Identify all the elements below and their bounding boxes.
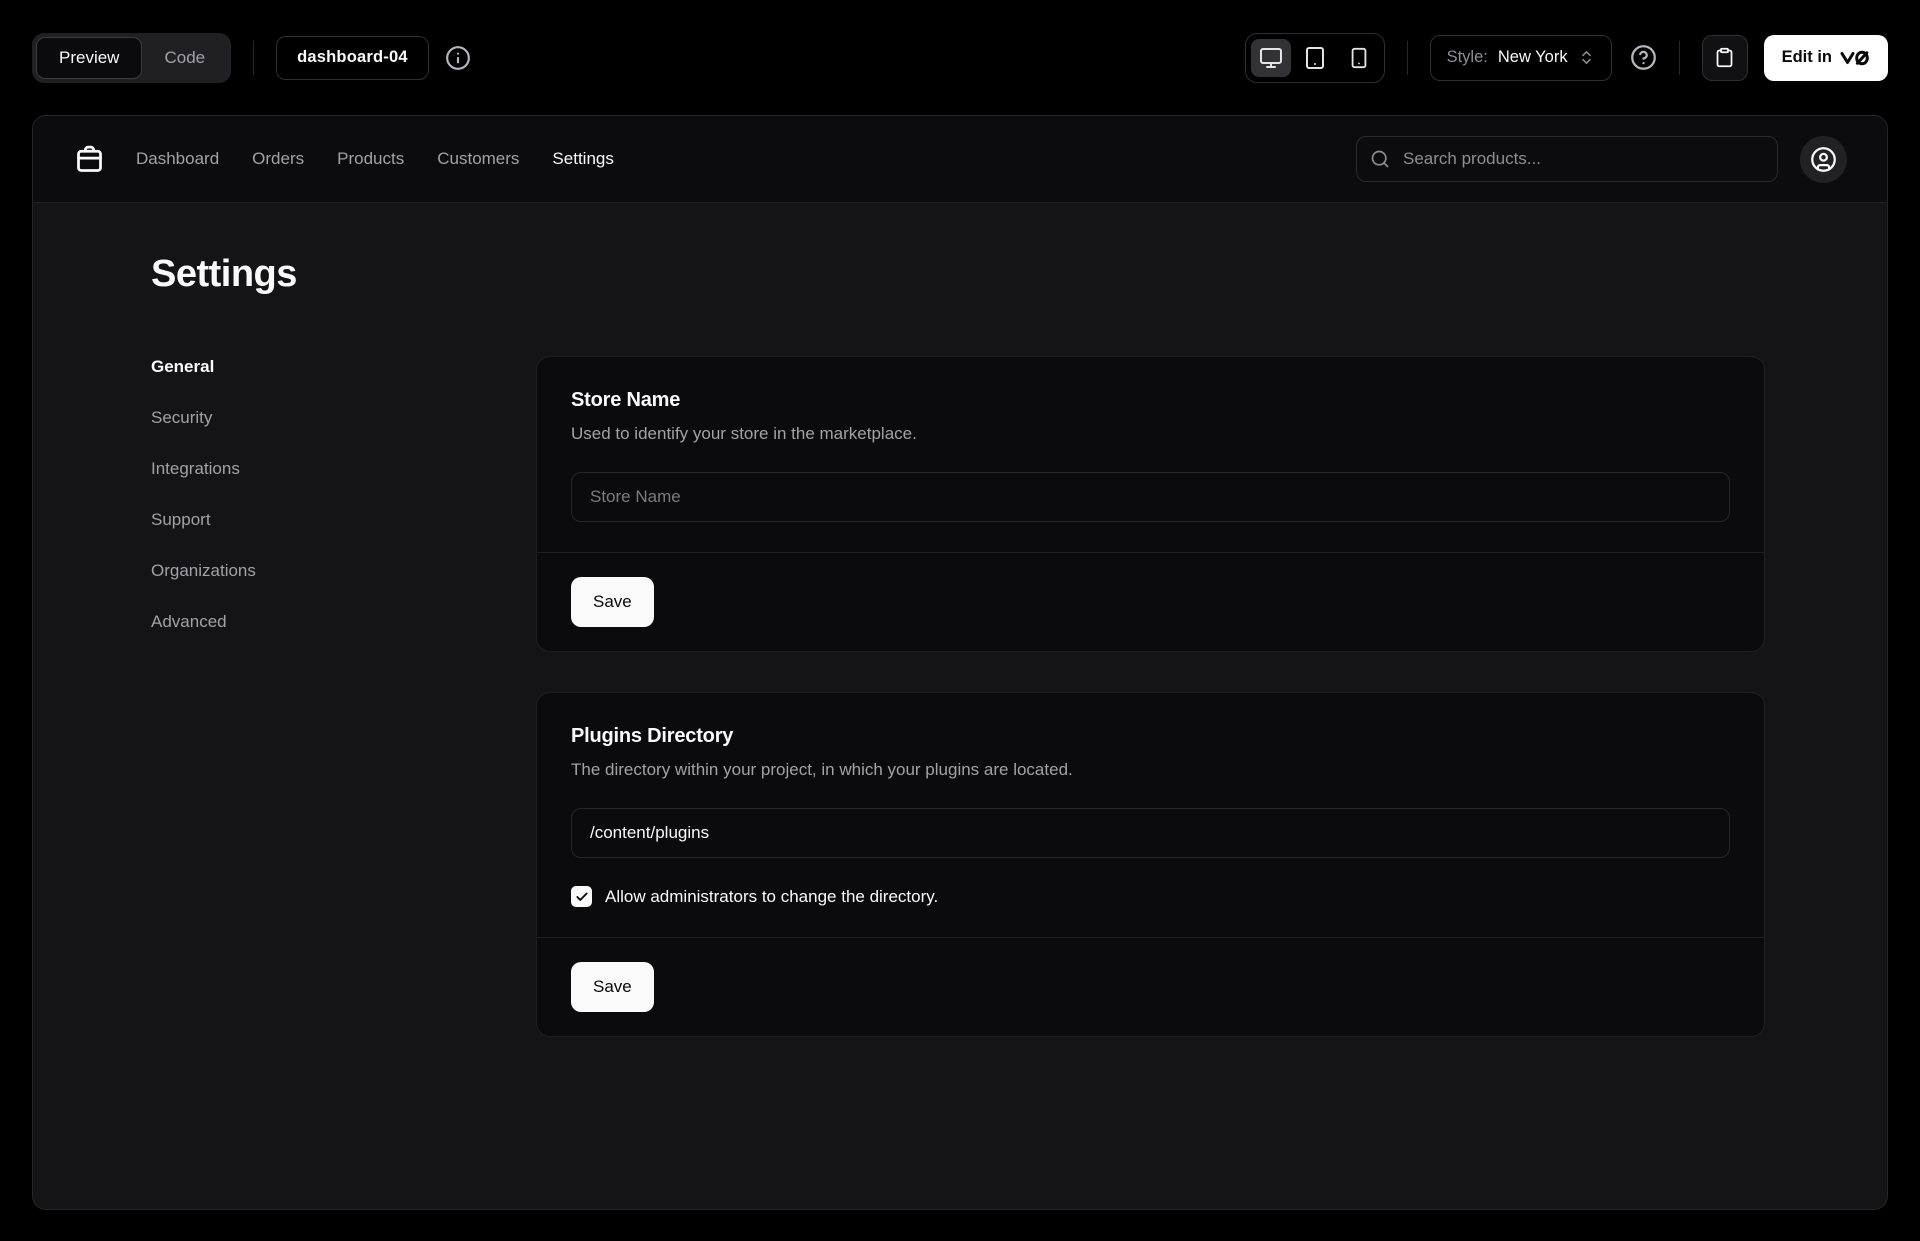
tablet-icon: [1303, 46, 1327, 70]
card-title: Plugins Directory: [571, 725, 1730, 748]
screen: Preview Code dashboard-04 Style: New Yor…: [0, 0, 1920, 1241]
clipboard-icon: [1714, 47, 1735, 68]
divider: [1407, 41, 1408, 75]
desktop-view-button[interactable]: [1251, 39, 1291, 77]
page-title: Settings: [151, 253, 1765, 296]
smartphone-icon: [1348, 47, 1370, 69]
check-icon: [575, 890, 589, 904]
preview-code-toggle: Preview Code: [32, 33, 231, 83]
save-button[interactable]: Save: [571, 577, 654, 627]
settings-cards: Store Name Used to identify your store i…: [536, 356, 1765, 1037]
info-icon[interactable]: [445, 45, 471, 71]
allow-admins-row: Allow administrators to change the direc…: [571, 886, 1730, 907]
nav-link-settings[interactable]: Settings: [552, 149, 613, 169]
edit-in-label: Edit in: [1782, 48, 1832, 67]
allow-admins-label[interactable]: Allow administrators to change the direc…: [605, 887, 938, 907]
monitor-icon: [1259, 46, 1283, 70]
settings-page: Settings General Security Integrations S…: [33, 203, 1887, 1037]
edit-in-v0-button[interactable]: Edit in: [1764, 35, 1888, 81]
style-value: New York: [1498, 48, 1568, 67]
device-toggle-group: [1245, 33, 1385, 83]
save-button[interactable]: Save: [571, 962, 654, 1012]
tablet-view-button[interactable]: [1295, 39, 1335, 77]
navbar-right: [1356, 136, 1847, 183]
circle-user-icon: [1810, 146, 1837, 173]
app-navbar: Dashboard Orders Products Customers Sett…: [33, 116, 1887, 203]
card-title: Store Name: [571, 389, 1730, 412]
preview-panel: Dashboard Orders Products Customers Sett…: [32, 115, 1888, 1210]
divider: [253, 41, 254, 75]
sidenav-item-advanced[interactable]: Advanced: [151, 611, 536, 633]
nav-link-customers[interactable]: Customers: [437, 149, 519, 169]
store-logo-icon[interactable]: [73, 143, 106, 176]
sidenav-item-support[interactable]: Support: [151, 509, 536, 531]
chevrons-up-down-icon: [1578, 49, 1595, 66]
store-name-card: Store Name Used to identify your store i…: [536, 356, 1765, 652]
sidenav-item-general[interactable]: General: [151, 356, 536, 378]
card-footer: Save: [537, 937, 1764, 1036]
style-select[interactable]: Style: New York: [1430, 35, 1612, 81]
sidenav-item-security[interactable]: Security: [151, 407, 536, 429]
help-icon[interactable]: [1630, 44, 1657, 71]
tab-code[interactable]: Code: [142, 37, 227, 79]
search-box: [1356, 136, 1778, 182]
search-input[interactable]: [1356, 136, 1778, 182]
allow-admins-checkbox[interactable]: [571, 886, 592, 907]
v0-logo-icon: [1840, 50, 1870, 66]
user-menu-button[interactable]: [1800, 136, 1847, 183]
divider: [1679, 41, 1680, 75]
tab-preview[interactable]: Preview: [36, 37, 142, 79]
search-icon: [1370, 149, 1390, 169]
card-description: The directory within your project, in wh…: [571, 760, 1730, 780]
sidenav-item-organizations[interactable]: Organizations: [151, 560, 536, 582]
nav-link-dashboard[interactable]: Dashboard: [136, 149, 219, 169]
nav-link-orders[interactable]: Orders: [252, 149, 304, 169]
style-label: Style:: [1447, 48, 1488, 67]
plugins-directory-card: Plugins Directory The directory within y…: [536, 692, 1765, 1037]
card-description: Used to identify your store in the marke…: [571, 424, 1730, 444]
card-footer: Save: [537, 552, 1764, 651]
nav-link-products[interactable]: Products: [337, 149, 404, 169]
copy-code-button[interactable]: [1702, 35, 1748, 81]
component-name-badge: dashboard-04: [276, 36, 429, 80]
store-name-input[interactable]: [571, 472, 1730, 522]
settings-sidenav: General Security Integrations Support Or…: [151, 356, 536, 1037]
toolbar: Preview Code dashboard-04 Style: New Yor…: [0, 0, 1920, 115]
plugins-directory-input[interactable]: [571, 808, 1730, 858]
sidenav-item-integrations[interactable]: Integrations: [151, 458, 536, 480]
mobile-view-button[interactable]: [1339, 39, 1379, 77]
